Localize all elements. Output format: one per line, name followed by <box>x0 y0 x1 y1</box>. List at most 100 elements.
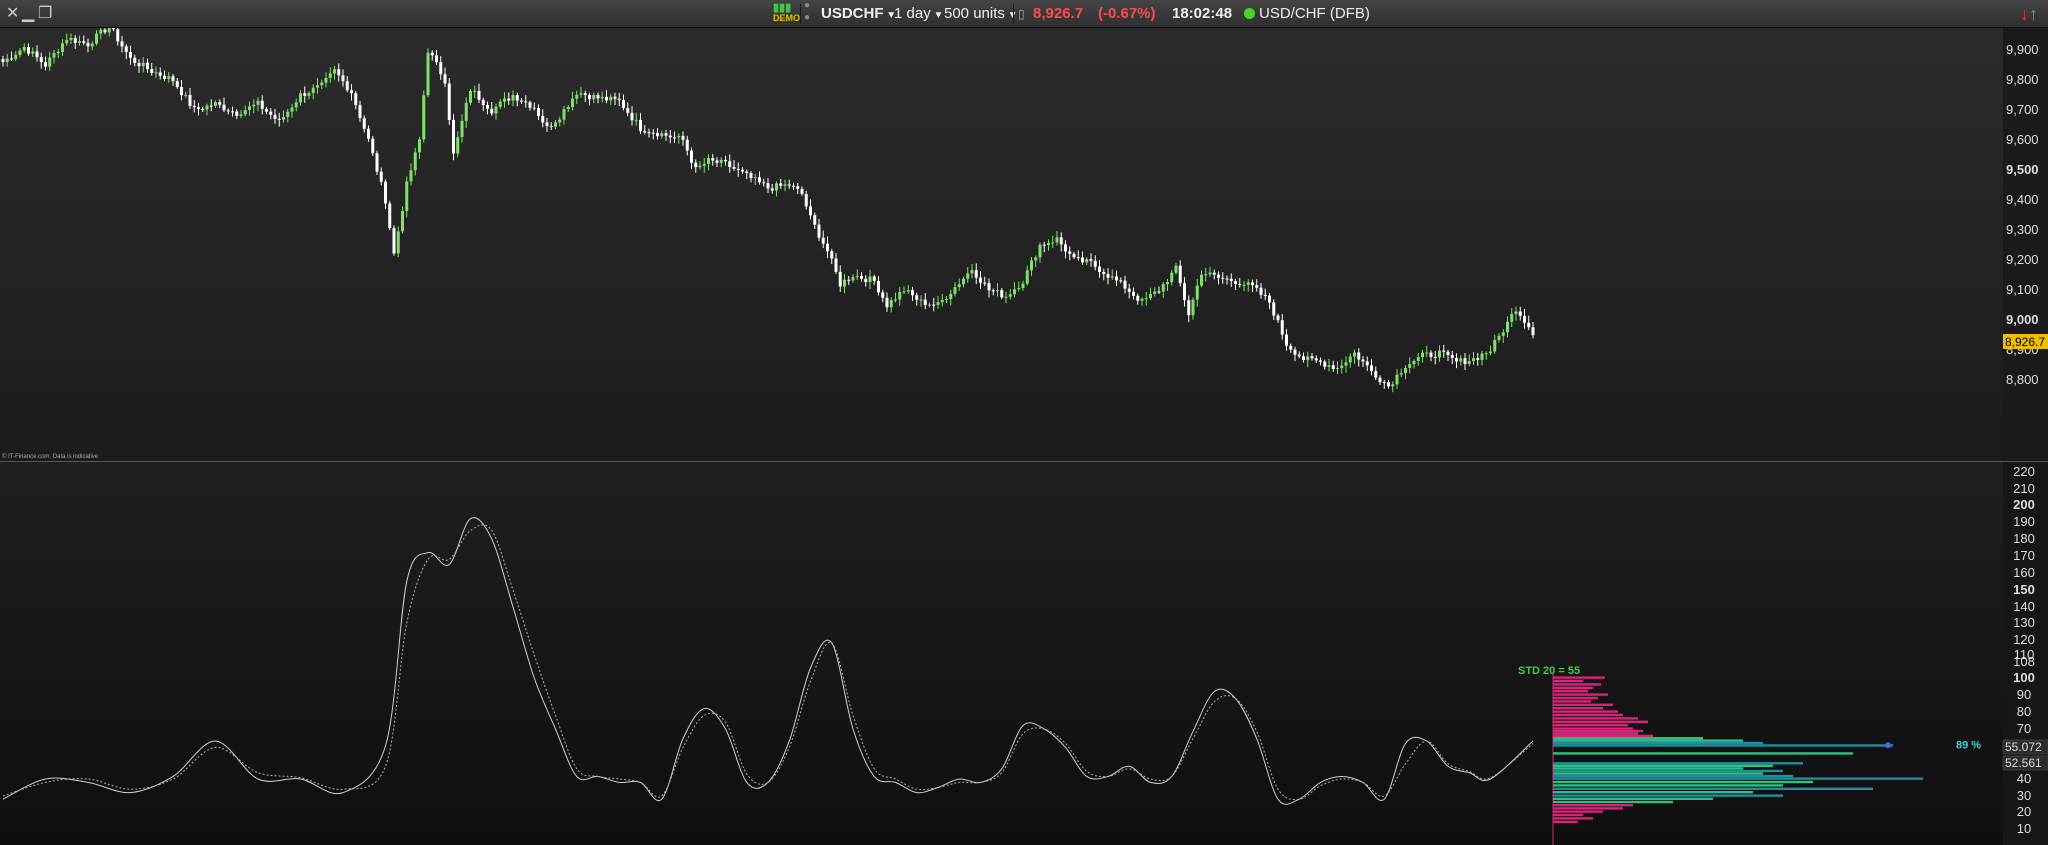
candle-body <box>401 210 404 232</box>
candle-body <box>796 186 800 189</box>
candle-body <box>1221 277 1225 279</box>
candle-body <box>133 57 137 63</box>
minimize-icon[interactable]: ▁ <box>22 0 34 28</box>
candle-body <box>609 96 613 101</box>
candle-body <box>779 183 783 186</box>
candle-body <box>73 37 77 43</box>
candle-body <box>65 39 69 44</box>
candle-body <box>1289 345 1293 350</box>
toolbar: ✕ ▁ ❐ ▮▮▮ DEMO ● ● USDCHF ▼ 1 day ▼ 500 u… <box>0 0 2048 28</box>
candle-body <box>1374 371 1378 378</box>
candle-body <box>503 98 506 102</box>
candle-body <box>936 302 940 305</box>
candle-body <box>494 106 498 114</box>
price-change: (-0.67%) <box>1098 5 1156 22</box>
candle-body <box>1038 244 1042 258</box>
histogram-bar <box>1553 817 1593 820</box>
candle-body <box>787 184 791 186</box>
candle-body <box>889 300 893 308</box>
candle-body <box>209 105 213 107</box>
candle-body <box>507 98 511 101</box>
candle-body <box>1217 274 1220 278</box>
candle-body <box>1348 356 1352 363</box>
instrument-name: USD/CHF (DFB) <box>1244 0 1370 28</box>
candle-body <box>677 135 681 138</box>
value-tag-2-label: 52.561 <box>2005 756 2042 770</box>
candle-body <box>558 119 562 123</box>
indicator-chart[interactable]: 2202102001901801701601501401301201101081… <box>0 462 2048 845</box>
candle-body <box>660 133 664 137</box>
candle-body <box>792 185 795 187</box>
candle-body <box>571 98 574 107</box>
candle-body <box>1344 362 1348 366</box>
candle-body <box>970 270 974 274</box>
price-axis-tick-label: 9,500 <box>2006 162 2039 177</box>
market-status-icon <box>1244 8 1255 19</box>
candle-body <box>1081 257 1084 263</box>
info-icon[interactable]: ▯ <box>1018 0 1025 28</box>
value-tag-1-label: 55.072 <box>2005 740 2042 754</box>
candle-body <box>1000 290 1004 298</box>
candle-body <box>753 177 757 179</box>
histogram-bar <box>1553 683 1601 686</box>
indicator-axis-tick-label: 120 <box>2013 632 2035 647</box>
candle-body <box>1115 276 1118 281</box>
candle-body <box>962 278 965 285</box>
histogram-bar <box>1553 784 1783 787</box>
restore-icon[interactable]: ❐ <box>38 0 52 28</box>
symbol-selector[interactable]: USDCHF ▼ <box>821 0 896 28</box>
candle-body <box>1497 335 1501 341</box>
close-icon[interactable]: ✕ <box>6 0 19 28</box>
indicator-axis-tick-label: 180 <box>2013 531 2035 546</box>
candle-body <box>392 228 396 254</box>
refresh-arrows-icon[interactable]: ↓↑ <box>2020 0 2038 28</box>
candle-body <box>260 100 264 109</box>
candle-body <box>1459 358 1463 362</box>
candle-body <box>1340 365 1344 369</box>
candle-body <box>639 119 642 132</box>
candle-body <box>256 100 260 105</box>
candle-body <box>379 171 383 182</box>
price-chart[interactable]: 9,900 9,800 9,700 9,600 9,500 9,400 9,300 9,200… <box>0 28 2048 461</box>
candle-body <box>524 101 528 103</box>
candle-body <box>78 41 81 43</box>
histogram-bar <box>1553 686 1593 689</box>
candle-body <box>1119 280 1123 282</box>
candle-body <box>243 110 247 115</box>
candle-body <box>1527 322 1531 328</box>
candle-body <box>5 58 9 63</box>
candle-body <box>1064 244 1067 252</box>
price-axis-tick-label: 9,600 <box>2006 132 2039 147</box>
candle-body <box>409 170 413 182</box>
indicator-axis-tick-label: 220 <box>2013 464 2035 479</box>
candle-body <box>1404 367 1407 374</box>
candle-body <box>61 43 64 52</box>
candle-body <box>252 104 256 107</box>
candle-body <box>804 193 808 207</box>
link-circles-icon[interactable]: ● ● <box>804 0 810 28</box>
candle-body <box>775 183 778 191</box>
candle-body <box>515 95 519 101</box>
histogram-bar <box>1553 810 1603 813</box>
candle-body <box>1463 358 1467 364</box>
candle-body <box>1246 282 1250 285</box>
units-selector[interactable]: 500 units ▼ <box>944 0 1018 28</box>
candle-body <box>239 114 243 116</box>
price-axis-tick-label: 9,700 <box>2006 102 2039 117</box>
histogram-bar <box>1553 741 1763 745</box>
demo-badge-icon: ▮▮▮ DEMO <box>773 2 800 24</box>
candle-body <box>1076 257 1080 259</box>
candle-body <box>741 169 744 172</box>
candle-body <box>282 116 285 120</box>
candle-body <box>180 87 183 96</box>
candle-body <box>1280 320 1284 335</box>
timeframe-selector[interactable]: 1 day ▼ <box>894 0 943 28</box>
candle-body <box>1489 351 1492 354</box>
price-axis-tick-label: 8,800 <box>2006 372 2039 387</box>
candle-body <box>27 46 30 54</box>
candle-body <box>809 206 812 216</box>
candle-body <box>1234 281 1237 284</box>
candle-body <box>579 93 583 95</box>
last-price: 8,926.7 <box>1033 5 1084 22</box>
candle-body <box>141 62 145 67</box>
